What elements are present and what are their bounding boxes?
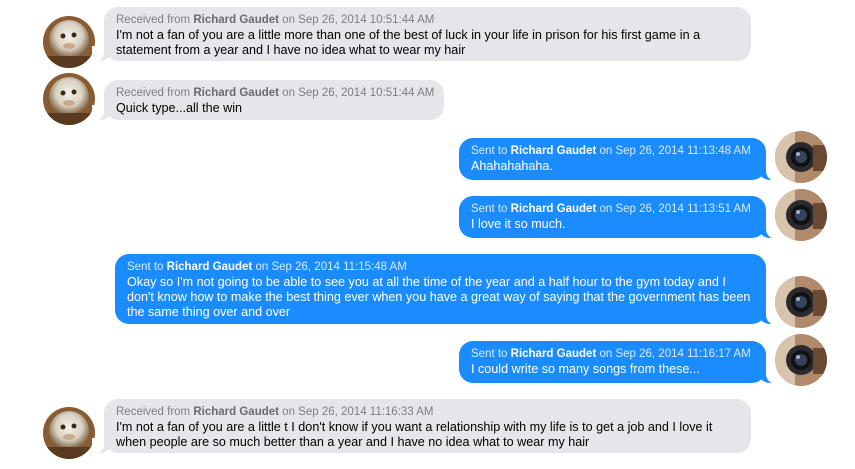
message-text: Quick type...all the win xyxy=(116,101,242,115)
message-meta: Received from Richard Gaudet on Sep 26, … xyxy=(116,406,434,418)
message-text: I love it so much. xyxy=(471,217,566,231)
message-text: I'm not a fan of you are a little more t… xyxy=(116,28,701,57)
message-meta: Sent to Richard Gaudet on Sep 26, 2014 1… xyxy=(471,348,751,360)
message-meta: Received from Richard Gaudet on Sep 26, … xyxy=(116,87,435,99)
message-meta: Sent to Richard Gaudet on Sep 26, 2014 1… xyxy=(127,261,407,273)
user-camera-avatar[interactable] xyxy=(775,334,827,386)
sent-message-bubble[interactable]: Sent to Richard Gaudet on Sep 26, 2014 1… xyxy=(459,341,778,384)
contact-name: Richard Gaudet xyxy=(510,348,597,360)
user-camera-avatar[interactable] xyxy=(775,276,827,328)
received-message-bubble[interactable]: Received from Richard Gaudet on Sep 26, … xyxy=(92,399,751,454)
contact-avatar[interactable] xyxy=(43,73,95,125)
received-message-bubble[interactable]: Received from Richard Gaudet on Sep 26, … xyxy=(92,80,444,121)
sent-message-bubble[interactable]: Sent to Richard Gaudet on Sep 26, 2014 1… xyxy=(459,196,778,239)
contact-name: Richard Gaudet xyxy=(193,87,279,99)
contact-name: Richard Gaudet xyxy=(166,261,253,273)
contact-avatar[interactable] xyxy=(43,407,95,459)
message-text: Ahahahahaha. xyxy=(471,159,553,173)
contact-avatar[interactable] xyxy=(43,16,95,68)
contact-name: Richard Gaudet xyxy=(510,145,597,157)
user-camera-avatar[interactable] xyxy=(775,189,827,241)
message-text: Okay so I'm not going to be able to see … xyxy=(127,275,751,319)
contact-name: Richard Gaudet xyxy=(193,14,279,26)
sent-message-bubble[interactable]: Sent to Richard Gaudet on Sep 26, 2014 1… xyxy=(459,138,778,181)
message-meta: Sent to Richard Gaudet on Sep 26, 2014 1… xyxy=(471,203,751,215)
message-text: I could write so many songs from these..… xyxy=(471,362,700,376)
user-camera-avatar[interactable] xyxy=(775,131,827,183)
message-meta: Sent to Richard Gaudet on Sep 26, 2014 1… xyxy=(471,145,751,157)
message-meta: Received from Richard Gaudet on Sep 26, … xyxy=(116,14,435,26)
message-text: I'm not a fan of you are a little t I do… xyxy=(116,420,713,449)
contact-name: Richard Gaudet xyxy=(193,406,279,418)
received-message-bubble[interactable]: Received from Richard Gaudet on Sep 26, … xyxy=(92,7,751,62)
sent-message-bubble[interactable]: Sent to Richard Gaudet on Sep 26, 2014 1… xyxy=(115,254,778,325)
contact-name: Richard Gaudet xyxy=(510,203,597,215)
